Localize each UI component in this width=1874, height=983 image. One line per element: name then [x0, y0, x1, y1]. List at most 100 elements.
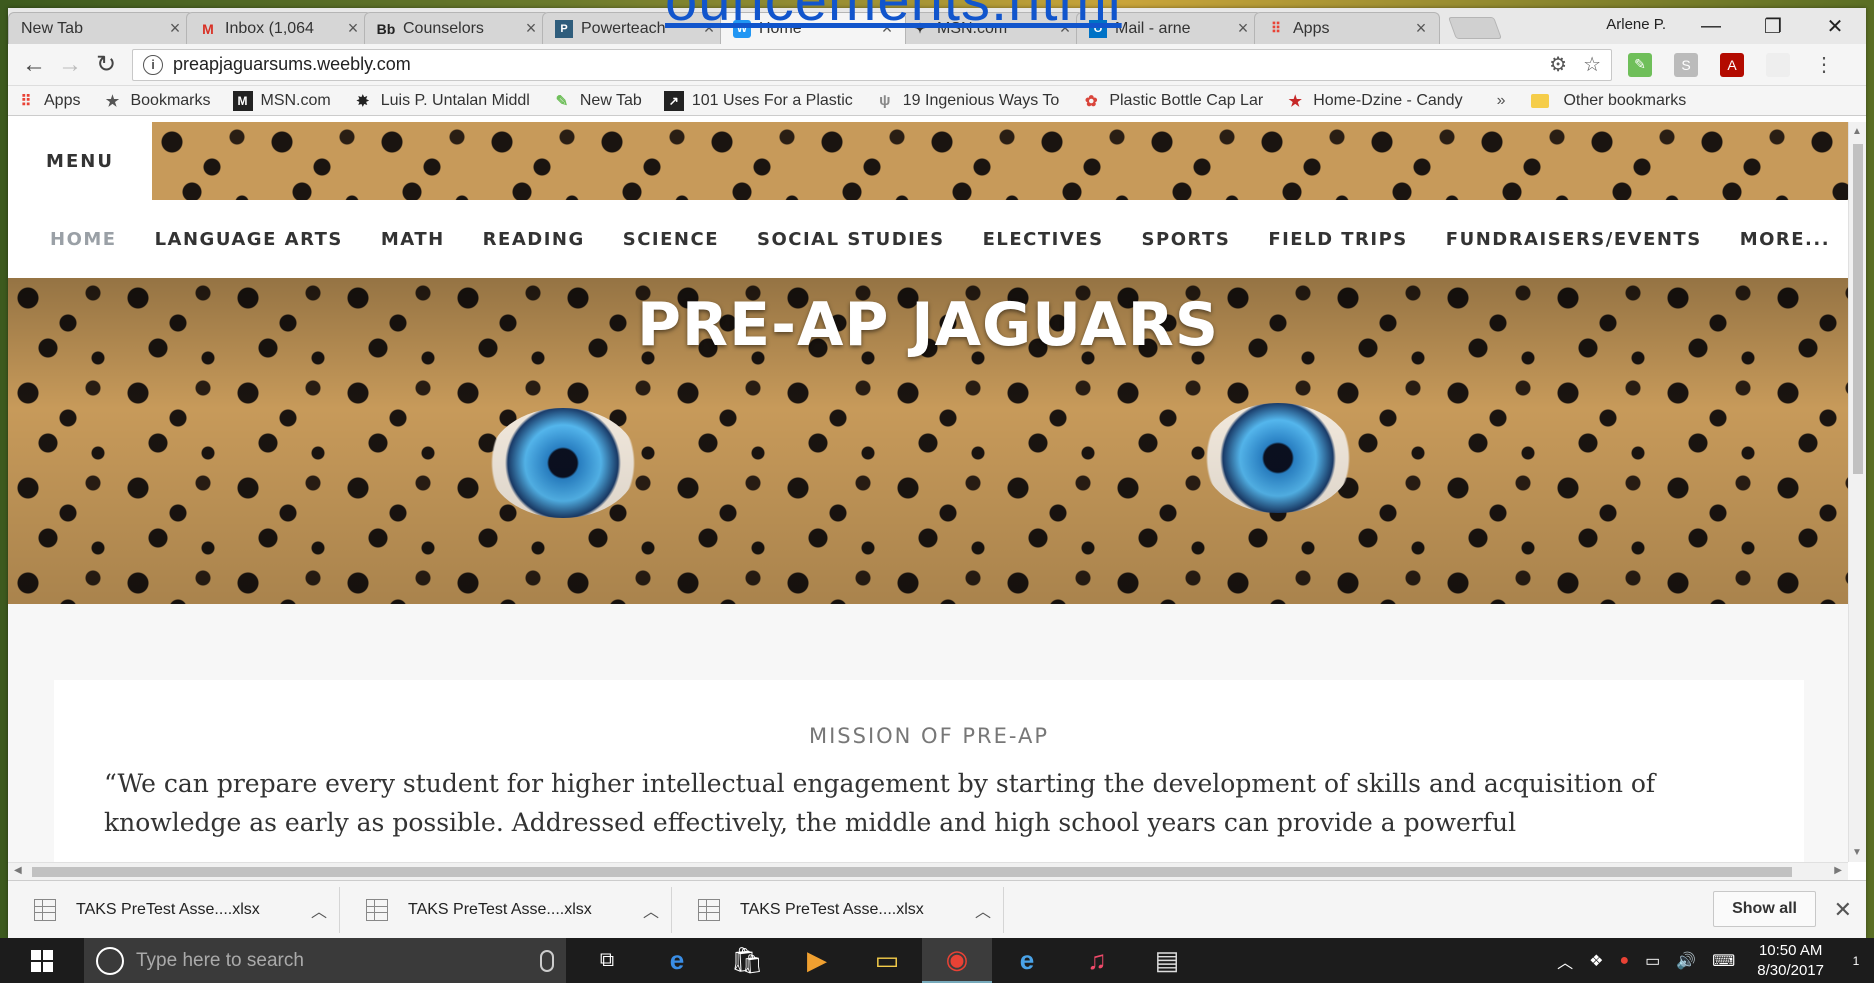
- media-player-icon[interactable]: ▶: [782, 938, 852, 983]
- taskbar-search[interactable]: Type here to search: [84, 938, 566, 983]
- gmail-notifier-icon[interactable]: ●: [1619, 952, 1629, 970]
- overlaid-link-text[interactable]: ouncements.html: [665, 0, 1315, 32]
- volume-icon[interactable]: 🔊: [1676, 951, 1696, 971]
- nav-fundraisers-events[interactable]: FUNDRAISERS/EVENTS: [1446, 229, 1702, 250]
- store-icon[interactable]: 🛍: [712, 938, 782, 983]
- tab-new-tab[interactable]: New Tab ×: [8, 12, 194, 44]
- school-icon: ✸: [356, 92, 370, 110]
- bookmark-plastic-bottle-cap[interactable]: ✿ Plastic Bottle Cap Lar: [1081, 91, 1263, 111]
- scroll-up-arrow-icon[interactable]: ▲: [1852, 126, 1862, 137]
- edge-icon[interactable]: e: [642, 938, 712, 983]
- site-info-icon[interactable]: i: [143, 54, 163, 75]
- menu-button[interactable]: MENU: [8, 122, 152, 200]
- vertical-scrollbar[interactable]: ▲ ▼: [1848, 122, 1866, 862]
- bookmarks-bar: ⠿ Apps ★ Bookmarks M MSN.com ✸ Luis P. U…: [8, 86, 1866, 116]
- close-tab-icon[interactable]: ×: [523, 18, 539, 39]
- bookmark-apps[interactable]: ⠿ Apps: [16, 91, 81, 111]
- bookmarks-overflow-button[interactable]: »: [1497, 92, 1506, 110]
- bookmark-label: MSN.com: [260, 91, 331, 109]
- red-star-icon: ★: [1288, 92, 1302, 110]
- tray-overflow-chevron-icon[interactable]: ︿: [1557, 949, 1573, 973]
- close-tab-icon[interactable]: ×: [167, 18, 183, 39]
- dropbox-icon[interactable]: ❖: [1589, 951, 1603, 971]
- acrobat-extension-icon[interactable]: A: [1720, 52, 1744, 77]
- browser-toolbar: ← → ↻ i preapjaguarsums.weebly.com ⚙ ☆ ✎…: [8, 44, 1866, 86]
- bookmark-label: 101 Uses For a Plastic: [691, 91, 853, 109]
- close-tab-icon[interactable]: ×: [345, 18, 361, 39]
- bookmark-19-ingenious[interactable]: ψ 19 Ingenious Ways To: [875, 91, 1059, 111]
- vertical-scroll-thumb[interactable]: [1853, 144, 1863, 474]
- header-banner-image: [152, 122, 1848, 200]
- show-all-downloads-button[interactable]: Show all: [1713, 891, 1816, 927]
- nav-more[interactable]: MORE...: [1740, 229, 1830, 250]
- address-bar[interactable]: i preapjaguarsums.weebly.com ⚙ ☆: [132, 48, 1612, 81]
- network-icon[interactable]: ▭: [1645, 951, 1660, 971]
- document-app-icon[interactable]: ▤: [1132, 938, 1202, 983]
- spreadsheet-file-icon: [366, 898, 388, 921]
- nav-reading[interactable]: READING: [483, 229, 585, 250]
- horizontal-scrollbar[interactable]: ◀ ▶: [8, 862, 1848, 880]
- bookmark-101-uses[interactable]: ↗ 101 Uses For a Plastic: [663, 90, 853, 111]
- bookmark-new-tab[interactable]: ✎ New Tab: [552, 91, 642, 111]
- bookmark-label: Home-Dzine - Candy: [1313, 91, 1463, 109]
- back-button[interactable]: ←: [16, 47, 52, 83]
- chevron-up-icon[interactable]: ︿: [299, 898, 339, 922]
- close-download-shelf-icon[interactable]: ✕: [1834, 897, 1852, 923]
- file-explorer-icon[interactable]: ▭: [852, 938, 922, 983]
- scroll-down-arrow-icon[interactable]: ▼: [1852, 847, 1862, 858]
- nav-electives[interactable]: ELECTIVES: [983, 229, 1104, 250]
- action-center-icon[interactable]: 1: [1838, 938, 1874, 983]
- bookmark-msn[interactable]: M MSN.com: [232, 90, 331, 111]
- bookmark-bookmarks[interactable]: ★ Bookmarks: [102, 91, 211, 111]
- window-controls: — ❐ ✕: [1680, 8, 1866, 44]
- chevron-up-icon[interactable]: ︿: [963, 898, 1003, 922]
- url-text[interactable]: preapjaguarsums.weebly.com: [173, 54, 1533, 75]
- evernote-extension-icon[interactable]: ✎: [1628, 52, 1652, 77]
- extension-placeholder-icon[interactable]: [1766, 52, 1790, 77]
- hero-banner: PRE-AP JAGUARS: [8, 278, 1848, 604]
- translate-icon[interactable]: ⚙: [1549, 52, 1567, 77]
- restore-button[interactable]: ❐: [1742, 8, 1804, 44]
- minimize-button[interactable]: —: [1680, 8, 1742, 44]
- chrome-menu-icon[interactable]: ⋮: [1812, 53, 1836, 77]
- spreadsheet-file-icon: [34, 898, 56, 921]
- newtab-icon: ✎: [555, 92, 569, 110]
- profile-name[interactable]: Arlene P.: [1606, 16, 1666, 33]
- close-tab-icon[interactable]: ×: [1413, 18, 1429, 39]
- system-clock[interactable]: 10:50 AM 8/30/2017: [1757, 941, 1824, 981]
- task-view-icon[interactable]: ⧉: [572, 938, 642, 983]
- forward-button[interactable]: →: [52, 47, 88, 83]
- horizontal-scroll-thumb[interactable]: [32, 867, 1792, 877]
- bookmark-home-dzine[interactable]: ★ Home-Dzine - Candy: [1285, 91, 1462, 111]
- download-item[interactable]: TAKS PreTest Asse....xlsx ︿: [672, 886, 1004, 933]
- download-item[interactable]: TAKS PreTest Asse....xlsx ︿: [340, 886, 672, 933]
- bookmark-star-icon[interactable]: ☆: [1583, 52, 1601, 77]
- scroll-left-arrow-icon[interactable]: ◀: [14, 865, 22, 876]
- tab-counselors[interactable]: Bb Counselors ×: [364, 12, 550, 44]
- nav-math[interactable]: MATH: [381, 229, 445, 250]
- keyboard-icon[interactable]: ⌨: [1712, 951, 1735, 971]
- internet-explorer-icon[interactable]: e: [992, 938, 1062, 983]
- nav-sports[interactable]: SPORTS: [1142, 229, 1231, 250]
- start-button[interactable]: [0, 938, 84, 983]
- skype-extension-icon[interactable]: S: [1674, 52, 1698, 77]
- bookmark-untalan-middle[interactable]: ✸ Luis P. Untalan Middl: [353, 91, 529, 111]
- new-tab-button[interactable]: [1447, 17, 1503, 39]
- reload-button[interactable]: ↻: [88, 47, 124, 83]
- tab-gmail-inbox[interactable]: M Inbox (1,064 ×: [186, 12, 372, 44]
- other-bookmarks[interactable]: Other bookmarks: [1531, 92, 1686, 110]
- close-window-button[interactable]: ✕: [1804, 8, 1866, 44]
- nav-field-trips[interactable]: FIELD TRIPS: [1268, 229, 1407, 250]
- itunes-icon[interactable]: ♫: [1062, 938, 1132, 983]
- nav-home[interactable]: HOME: [50, 229, 117, 250]
- microphone-icon[interactable]: [540, 949, 554, 972]
- scroll-right-arrow-icon[interactable]: ▶: [1834, 865, 1842, 876]
- download-item[interactable]: TAKS PreTest Asse....xlsx ︿: [8, 886, 340, 933]
- nav-language-arts[interactable]: LANGUAGE ARTS: [155, 229, 343, 250]
- tab-label: New Tab: [21, 19, 83, 37]
- chevron-up-icon[interactable]: ︿: [631, 898, 671, 922]
- clock-date: 8/30/2017: [1757, 961, 1824, 979]
- nav-science[interactable]: SCIENCE: [623, 229, 719, 250]
- chrome-icon[interactable]: ◉: [922, 938, 992, 983]
- nav-social-studies[interactable]: SOCIAL STUDIES: [757, 229, 945, 250]
